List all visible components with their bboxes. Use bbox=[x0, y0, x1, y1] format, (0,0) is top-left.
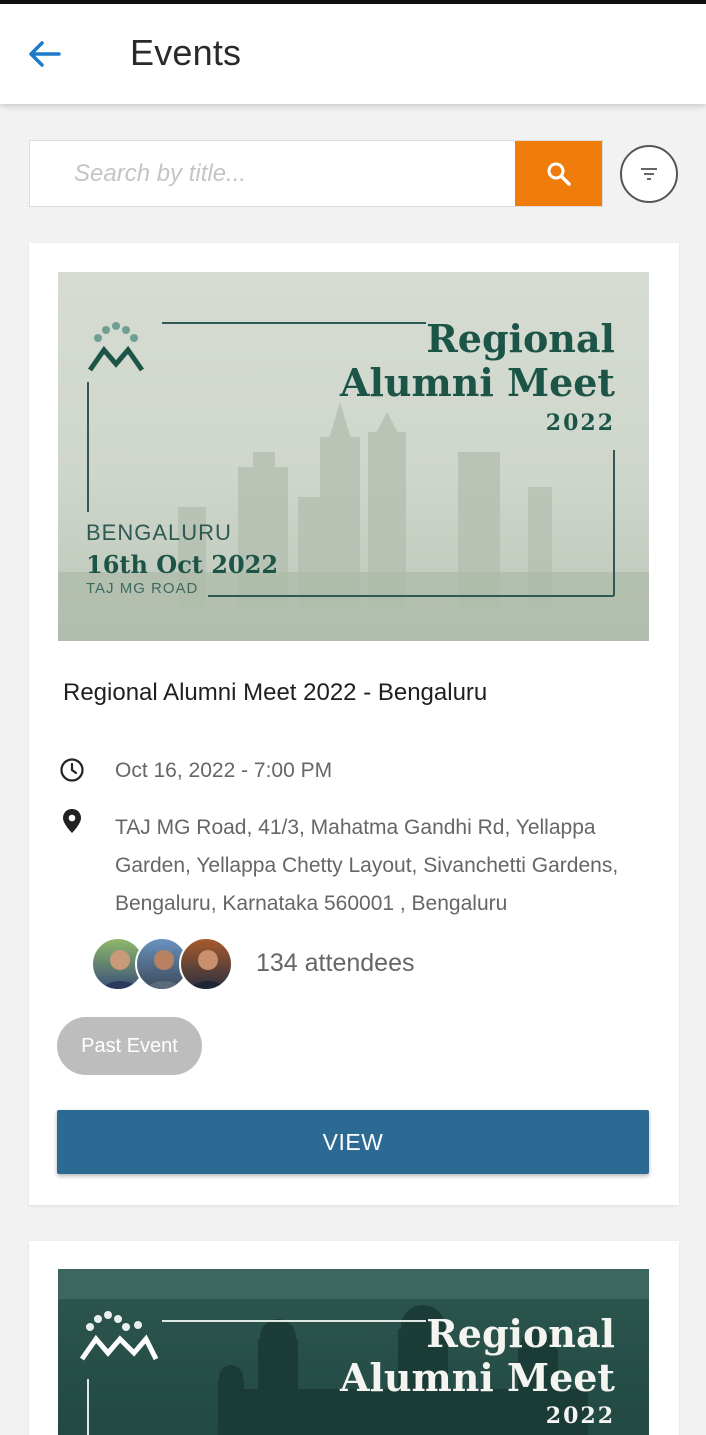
status-badge: Past Event bbox=[57, 1017, 202, 1075]
banner-year: 2022 bbox=[545, 410, 615, 436]
filter-icon bbox=[641, 168, 657, 180]
filter-button[interactable] bbox=[620, 145, 678, 203]
alumni-logo-icon bbox=[79, 1311, 159, 1361]
event-banner-image[interactable]: Regional Alumni Meet 2022 BENGALURU 16th… bbox=[58, 272, 649, 641]
alumni-logo-icon bbox=[87, 322, 145, 372]
search-button[interactable] bbox=[515, 141, 602, 206]
event-title[interactable]: Regional Alumni Meet 2022 - Bengaluru bbox=[63, 679, 487, 707]
event-address: TAJ MG Road, 41/3, Mahatma Gandhi Rd, Ye… bbox=[115, 816, 619, 915]
banner-venue: TAJ MG ROAD bbox=[86, 580, 199, 597]
banner-title-line1: Regional bbox=[426, 1311, 615, 1356]
search-icon bbox=[547, 162, 571, 186]
clock-icon bbox=[59, 757, 85, 783]
page-title: Events bbox=[130, 32, 242, 73]
banner-title-line2: Alumni Meet bbox=[339, 1355, 615, 1400]
attendee-avatars[interactable] bbox=[91, 937, 241, 993]
banner-date: 16th Oct 2022 bbox=[86, 550, 279, 579]
back-button[interactable] bbox=[22, 34, 66, 74]
search-input[interactable] bbox=[30, 141, 515, 206]
event-card: Regional Alumni Meet 2022 bbox=[29, 1241, 679, 1435]
event-banner-image[interactable]: Regional Alumni Meet 2022 bbox=[58, 1269, 649, 1435]
app-bar: Events bbox=[0, 4, 706, 104]
banner-year: 2022 bbox=[545, 1403, 615, 1429]
banner-title-line2: Alumni Meet bbox=[339, 360, 615, 405]
attendee-count[interactable]: 134 attendees bbox=[256, 949, 414, 978]
event-card: Regional Alumni Meet 2022 BENGALURU 16th… bbox=[29, 243, 679, 1205]
avatar bbox=[179, 937, 233, 991]
view-button[interactable]: VIEW bbox=[57, 1110, 649, 1174]
banner-city: BENGALURU bbox=[86, 520, 232, 545]
location-pin-icon bbox=[59, 808, 85, 834]
back-arrow-icon bbox=[29, 41, 61, 67]
event-datetime: Oct 16, 2022 - 7:00 PM bbox=[115, 759, 333, 782]
banner-title-line1: Regional bbox=[426, 316, 615, 361]
search-bar bbox=[29, 140, 603, 207]
